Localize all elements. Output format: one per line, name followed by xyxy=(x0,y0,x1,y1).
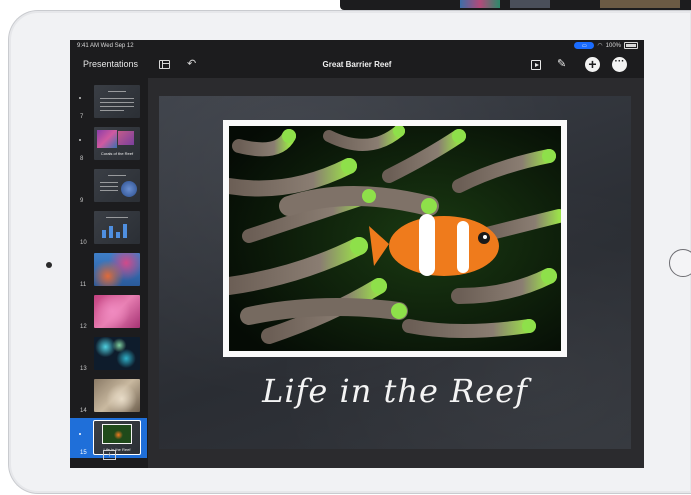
undo-icon[interactable]: ↶ xyxy=(187,57,196,70)
slide-title[interactable]: Life in the Reef xyxy=(159,372,631,410)
play-icon[interactable] xyxy=(531,60,541,70)
clownfish-photo[interactable] xyxy=(229,126,561,351)
slide-thumb-10[interactable]: 10 xyxy=(70,208,147,248)
thumb-image xyxy=(94,295,140,328)
thumb-image xyxy=(94,169,140,202)
wifi-icon: ◠ xyxy=(597,43,603,49)
keynote-app: 9:41 AM Wed Sep 12 ▭ ◠ 100% Presentation… xyxy=(70,40,644,468)
clownfish-anemone-image xyxy=(229,126,561,351)
slides-icon[interactable] xyxy=(159,60,170,69)
thumb-image: Life in the Reef xyxy=(93,420,141,455)
thumb-image xyxy=(94,211,140,244)
slide-thumb-9[interactable]: 9 xyxy=(70,166,147,206)
add-slide-icon[interactable]: + xyxy=(103,450,116,460)
camera-dot xyxy=(46,262,52,268)
battery-percent: 100% xyxy=(605,42,621,49)
presentations-button[interactable]: Presentations xyxy=(83,59,138,69)
add-icon[interactable]: + xyxy=(585,57,600,72)
thumb-image: Corals of the Reef xyxy=(94,127,140,160)
brush-icon[interactable]: ✎ xyxy=(557,57,566,70)
thumb-image xyxy=(94,253,140,286)
photo-frame[interactable] xyxy=(223,120,567,357)
slide-thumb-7[interactable]: 7 xyxy=(70,82,147,122)
slide-canvas: Life in the Reef xyxy=(148,78,644,468)
more-icon[interactable]: ··· xyxy=(612,57,627,72)
status-bar: 9:41 AM Wed Sep 12 ▭ ◠ 100% xyxy=(70,40,644,52)
screen-record-pill: ▭ xyxy=(574,42,595,49)
thumb-image xyxy=(94,337,140,370)
thumb-image xyxy=(94,379,140,412)
slide-thumb-8[interactable]: Corals of the Reef 8 xyxy=(70,124,147,164)
current-slide[interactable]: Life in the Reef xyxy=(159,96,631,449)
home-button[interactable] xyxy=(669,249,691,277)
status-time: 9:41 AM Wed Sep 12 xyxy=(77,43,134,49)
slide-thumb-12[interactable]: 12 xyxy=(70,292,147,332)
toolbar: Presentations ↶ Great Barrier Reef ✎ + ·… xyxy=(70,52,644,78)
background-device xyxy=(340,0,691,10)
battery-icon xyxy=(624,42,638,49)
slide-thumb-14[interactable]: 14 xyxy=(70,376,147,416)
thumb-image xyxy=(94,85,140,118)
slide-navigator: 7 Corals of the Reef 8 9 10 11 12 13 14 … xyxy=(70,78,147,468)
slide-thumb-13[interactable]: 13 xyxy=(70,334,147,374)
slide-thumb-11[interactable]: 11 xyxy=(70,250,147,290)
